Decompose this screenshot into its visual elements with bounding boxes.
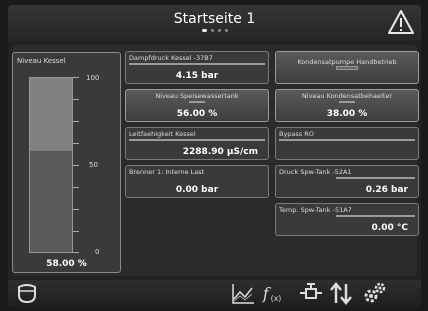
tile-leitfaehigkeit[interactable]: Leitfaehigkeit Kessel 2288.90 µS/cm	[125, 127, 269, 160]
tile-value: 56.00 %	[176, 109, 218, 119]
tile-label: Kondensatpumpe Handbetrieb	[297, 58, 397, 66]
tile-label: Dampfdruck Kessel -37B7	[129, 54, 213, 62]
tile-value: 2288.90 µS/cm	[182, 147, 258, 157]
tile-label: Leitfaehigkeit Kessel	[129, 130, 196, 138]
tile-value: 4.15 bar	[175, 71, 219, 81]
boiler-level-value: 58.00 %	[46, 259, 87, 269]
boiler-level-scale	[73, 77, 79, 253]
transfer-arrows-icon[interactable]	[328, 281, 354, 306]
tile-label: Niveau Kondensatbehaelter	[301, 92, 393, 100]
tile-bar	[336, 177, 415, 179]
scale-tick	[73, 165, 79, 166]
pump-status-indicator	[336, 66, 358, 70]
scale-tick	[73, 121, 79, 122]
bottom-toolbar: f (x)	[8, 280, 421, 307]
settings-gears-icon[interactable]	[362, 281, 388, 306]
scale-tick	[73, 209, 79, 210]
scale-tick	[73, 187, 79, 188]
tile-bar	[129, 139, 265, 141]
tile-label: Druck Spw-Tank -52A1	[279, 168, 352, 176]
warning-icon[interactable]	[387, 9, 415, 35]
tile-dampfdruck[interactable]: Dampfdruck Kessel -37B7 4.15 bar	[125, 51, 269, 84]
svg-text:(x): (x)	[271, 294, 282, 303]
page-dot-4[interactable]	[224, 29, 228, 32]
tile-value: 0.00 bar	[175, 185, 219, 195]
tile-value: 0.00 °C	[371, 223, 408, 233]
scale-tick	[73, 231, 79, 232]
boiler-level-fill	[30, 151, 72, 252]
page-dot-1[interactable]	[201, 29, 207, 32]
boiler-icon[interactable]	[14, 281, 40, 306]
page-dot-3[interactable]	[217, 29, 221, 32]
tile-bar	[189, 101, 205, 103]
function-icon[interactable]: f (x)	[262, 281, 292, 306]
scale-tick	[73, 252, 79, 253]
tile-speisewassertank[interactable]: Niveau Speisewassertank 56.00 %	[125, 89, 269, 122]
scale-tick	[73, 99, 79, 100]
tile-label: Temp. Spw-Tank -51A7	[279, 206, 352, 214]
header-bar: Startseite 1	[8, 5, 421, 41]
tile-kondensatpumpe[interactable]: Kondensatpumpe Handbetrieb	[275, 51, 419, 84]
boiler-level-tank	[29, 77, 73, 253]
scale-tick	[73, 77, 79, 78]
tile-druck-spw-tank[interactable]: Druck Spw-Tank -52A1 0.26 bar	[275, 165, 419, 198]
tile-label: Bypass RO	[279, 130, 314, 138]
tile-label: Niveau Speisewassertank	[155, 92, 239, 100]
tile-bypass-ro[interactable]: Bypass RO	[275, 127, 419, 160]
scale-label-min: 0	[95, 248, 100, 256]
hmi-screen: Startseite 1 Niveau Kessel 100 50 0 58.0…	[8, 5, 421, 307]
tile-brenner[interactable]: Brenner 1: Interne Last 0.00 bar	[125, 165, 269, 198]
tile-value: 0.26 bar	[365, 185, 408, 195]
scale-tick	[73, 143, 79, 144]
valve-icon[interactable]	[298, 281, 324, 306]
page-indicator	[8, 29, 421, 32]
tile-bar	[129, 63, 265, 65]
tile-value: 38.00 %	[326, 109, 368, 119]
scale-label-mid: 50	[89, 161, 98, 169]
tile-temp-spw-tank[interactable]: Temp. Spw-Tank -51A7 0.00 °C	[275, 203, 419, 236]
scale-label-max: 100	[86, 74, 100, 82]
page-dot-2[interactable]	[210, 29, 214, 32]
trend-chart-icon[interactable]	[230, 281, 256, 306]
boiler-level-gauge[interactable]: Niveau Kessel 100 50 0 58.00 %	[12, 52, 121, 273]
tile-kondensatbehaelter[interactable]: Niveau Kondensatbehaelter 38.00 %	[275, 89, 419, 122]
tile-bar	[336, 215, 415, 217]
boiler-level-label: Niveau Kessel	[17, 57, 66, 65]
tile-bar	[279, 139, 415, 141]
tile-bar	[339, 101, 355, 103]
tile-label: Brenner 1: Interne Last	[129, 168, 205, 176]
page-title: Startseite 1	[173, 11, 256, 27]
